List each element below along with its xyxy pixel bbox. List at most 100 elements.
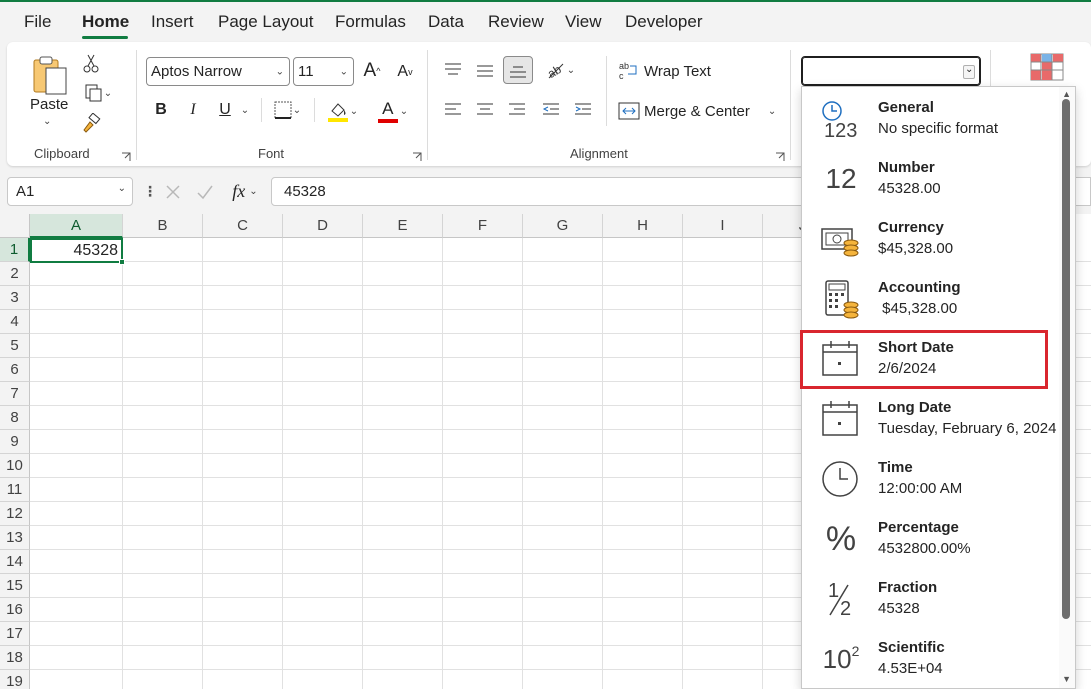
row-header-11[interactable]: 11 — [0, 478, 30, 502]
paste-button[interactable] — [28, 52, 72, 100]
align-left-button[interactable] — [440, 98, 466, 122]
scrollbar-thumb[interactable] — [1062, 99, 1070, 619]
ribbon-tabs: File Home Insert Page Layout Formulas Da… — [0, 2, 1091, 42]
font-family-select[interactable]: Aptos Narrow ⌄ — [146, 57, 290, 86]
row-header-8[interactable]: 8 — [0, 406, 30, 430]
align-center-button[interactable] — [472, 98, 498, 122]
column-header-g[interactable]: G — [523, 214, 603, 238]
column-header-i[interactable]: I — [683, 214, 763, 238]
increase-font-size-button[interactable]: A ^ — [360, 58, 384, 84]
tab-file[interactable]: File — [24, 12, 51, 32]
bold-button[interactable]: B — [150, 98, 172, 122]
row-header-14[interactable]: 14 — [0, 550, 30, 574]
format-option-scientific[interactable]: 10 2 Scientific 4.53E+04 — [802, 627, 1060, 687]
paste-chevron-icon[interactable]: ⌄ — [43, 116, 51, 127]
row-header-13[interactable]: 13 — [0, 526, 30, 550]
font-color-button[interactable]: A ⌄ — [370, 98, 414, 124]
italic-button[interactable]: I — [182, 98, 204, 122]
format-option-accounting[interactable]: Accounting $45,328.00 — [802, 267, 1060, 327]
row-header-6[interactable]: 6 — [0, 358, 30, 382]
underline-button[interactable]: U — [214, 98, 236, 122]
tab-insert[interactable]: Insert — [151, 12, 194, 32]
underline-chevron-icon[interactable]: ⌄ — [238, 100, 252, 120]
tab-page-layout[interactable]: Page Layout — [218, 12, 313, 32]
row-header-1[interactable]: 1 — [0, 238, 30, 262]
row-header-16[interactable]: 16 — [0, 598, 30, 622]
alignment-launcher-icon[interactable] — [775, 149, 785, 161]
increase-indent-button[interactable] — [570, 98, 596, 122]
row-header-2[interactable]: 2 — [0, 262, 30, 286]
format-option-percentage[interactable]: % Percentage 4532800.00% — [802, 507, 1060, 567]
column-header-d[interactable]: D — [283, 214, 363, 238]
chevron-down-icon: ⌄ — [292, 104, 302, 116]
row-header-12[interactable]: 12 — [0, 502, 30, 526]
row-header-3[interactable]: 3 — [0, 286, 30, 310]
column-header-e[interactable]: E — [363, 214, 443, 238]
column-header-b[interactable]: B — [123, 214, 203, 238]
format-painter-button[interactable] — [80, 112, 102, 134]
cancel-entry-button[interactable] — [160, 180, 186, 204]
decrease-font-size-button[interactable]: Av — [394, 60, 416, 84]
row-header-9[interactable]: 9 — [0, 430, 30, 454]
format-option-time[interactable]: Time 12:00:00 AM — [802, 447, 1060, 507]
tab-formulas[interactable]: Formulas — [335, 12, 406, 32]
clock-icon — [820, 459, 862, 499]
column-header-h[interactable]: H — [603, 214, 683, 238]
font-size-select[interactable]: 11 ⌄ — [293, 57, 354, 86]
scroll-up-icon[interactable]: ▲ — [1062, 89, 1071, 99]
select-all-corner[interactable] — [0, 214, 30, 238]
row-header-17[interactable]: 17 — [0, 622, 30, 646]
menu-scrollbar[interactable]: ▲ ▼ — [1059, 87, 1075, 688]
chevron-down-icon: ⌄ — [566, 64, 576, 76]
borders-button[interactable]: ⌄ — [266, 98, 308, 122]
format-option-long-date[interactable]: Long Date Tuesday, February 6, 2024 — [802, 387, 1060, 447]
fill-handle[interactable] — [119, 259, 125, 265]
svg-text:c: c — [619, 71, 624, 81]
decrease-indent-button[interactable] — [538, 98, 564, 122]
group-divider — [427, 50, 428, 160]
top-align-button[interactable] — [440, 58, 466, 82]
orientation-button[interactable]: ab ⌄ — [540, 58, 580, 82]
cell-a1[interactable]: 45328 — [30, 238, 123, 263]
tab-home[interactable]: Home — [82, 12, 129, 32]
format-option-fraction[interactable]: 1 2 Fraction 45328 — [802, 567, 1060, 627]
merge-center-button[interactable]: Merge & Center ⌄ — [618, 98, 778, 124]
more-options-icon[interactable]: ⋮ — [143, 183, 157, 200]
insert-function-button[interactable]: fx ⌄ — [224, 178, 266, 204]
tab-review[interactable]: Review — [488, 12, 544, 32]
conditional-formatting-icon[interactable] — [1030, 52, 1064, 86]
clipboard-launcher-icon[interactable] — [121, 149, 131, 161]
tab-data[interactable]: Data — [428, 12, 464, 32]
cut-button[interactable] — [80, 52, 102, 74]
format-option-number[interactable]: 12 Number 45328.00 — [802, 147, 1060, 207]
row-header-7[interactable]: 7 — [0, 382, 30, 406]
number-format-select[interactable]: ⌄ — [801, 56, 981, 86]
bottom-align-button[interactable] — [503, 56, 533, 84]
scroll-down-icon[interactable]: ▼ — [1062, 674, 1071, 684]
row-header-5[interactable]: 5 — [0, 334, 30, 358]
middle-align-button[interactable] — [472, 58, 498, 82]
copy-button[interactable]: ⌄ — [78, 82, 118, 104]
column-header-a[interactable]: A — [30, 214, 123, 238]
wrap-text-button[interactable]: ab c Wrap Text — [618, 58, 718, 84]
column-header-f[interactable]: F — [443, 214, 523, 238]
format-name: Currency — [878, 219, 944, 236]
increase-indent-icon — [575, 103, 591, 115]
tab-developer[interactable]: Developer — [625, 12, 703, 32]
name-box[interactable]: A1 ⌄ — [7, 177, 133, 206]
row-header-19[interactable]: 19 — [0, 670, 30, 689]
fill-color-button[interactable]: ⌄ — [320, 98, 364, 124]
tab-view[interactable]: View — [565, 12, 602, 32]
format-option-currency[interactable]: Currency $45,328.00 — [802, 207, 1060, 267]
confirm-entry-button[interactable] — [192, 180, 218, 204]
format-option-general[interactable]: 123 General No specific format — [802, 87, 1060, 147]
format-option-short-date[interactable]: Short Date 2/6/2024 — [802, 327, 1060, 387]
column-header-c[interactable]: C — [203, 214, 283, 238]
row-header-18[interactable]: 18 — [0, 646, 30, 670]
row-header-15[interactable]: 15 — [0, 574, 30, 598]
row-header-4[interactable]: 4 — [0, 310, 30, 334]
align-right-button[interactable] — [504, 98, 530, 122]
row-header-10[interactable]: 10 — [0, 454, 30, 478]
font-launcher-icon[interactable] — [412, 149, 422, 161]
format-name: Scientific — [878, 639, 945, 656]
